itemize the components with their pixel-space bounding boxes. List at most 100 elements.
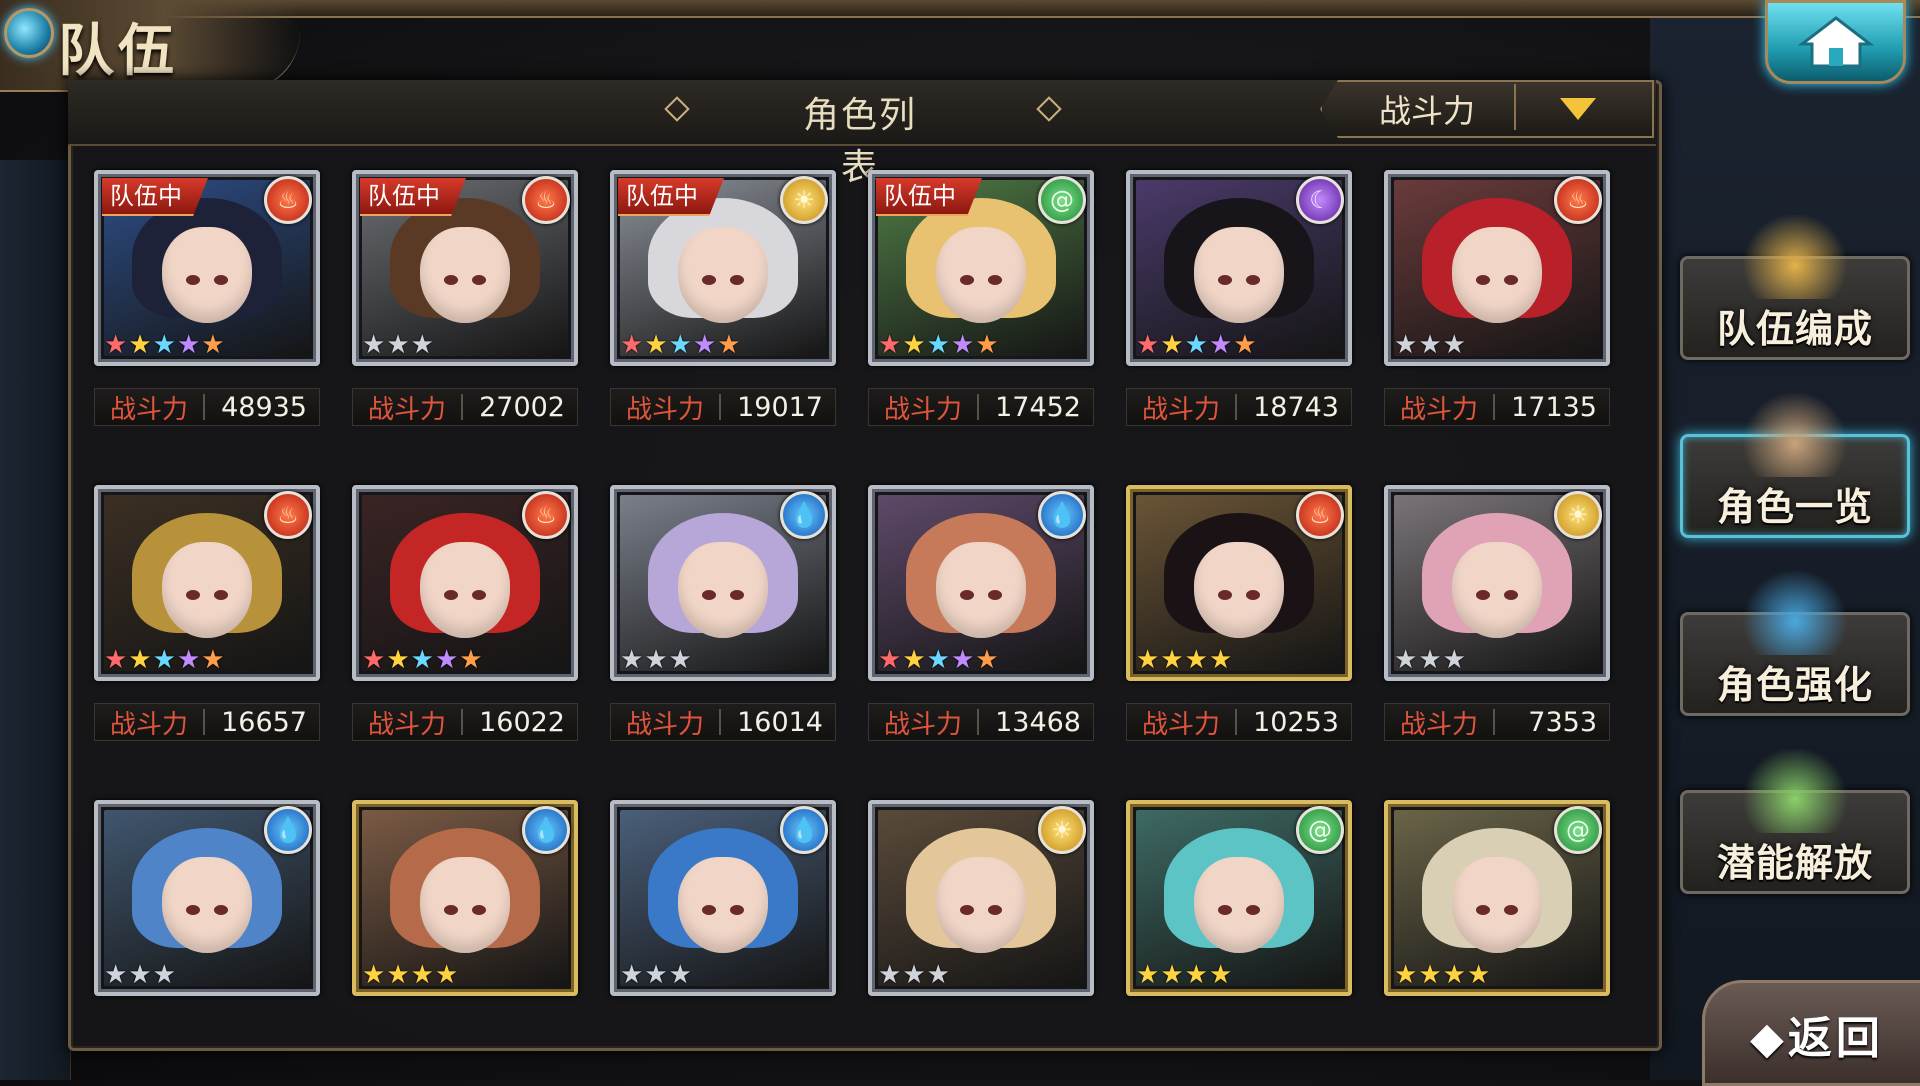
page-title: 队伍 <box>58 18 178 84</box>
star-icon: ★ <box>668 960 692 990</box>
star-icon: ★ <box>644 645 668 675</box>
character-eye <box>1246 905 1260 916</box>
fire-element-icon: ♨ <box>264 491 312 539</box>
character-portrait[interactable]: ★ ★ ★ ♨ <box>1384 170 1610 366</box>
sort-divider <box>1514 84 1516 130</box>
character-portrait[interactable]: ★ ★ ★ ★ 💧 <box>352 800 578 996</box>
character-portrait[interactable]: ★ ★ ★ ★ ★ 💧 <box>868 485 1094 681</box>
character-eye <box>472 905 486 916</box>
character-portrait[interactable]: ★ ★ ★ ★ ♨ <box>1126 485 1352 681</box>
character-card[interactable]: ★ ★ ★ ★ ★ ♨ <box>94 485 320 681</box>
character-portrait[interactable]: ★ ★ ★ ★ ★ ♨ <box>94 485 320 681</box>
side-menu-button[interactable]: 角色强化 <box>1680 571 1910 716</box>
star-icon: ★ <box>152 645 176 675</box>
character-eye <box>444 275 458 286</box>
character-face <box>162 857 252 954</box>
character-portrait[interactable]: ★ ★ ★ ★ ★ ☀ 队伍中 <box>610 170 836 366</box>
character-portrait[interactable]: ★ ★ ★ ☀ <box>1384 485 1610 681</box>
star-icon: ★ <box>668 330 692 360</box>
potential-icon <box>1740 749 1850 833</box>
character-card[interactable]: ★ ★ ★ ☀ <box>1384 485 1610 681</box>
character-eye <box>472 590 486 601</box>
fire-element-icon: ♨ <box>1554 176 1602 224</box>
rarity-stars: ★ ★ ★ ★ <box>1136 962 1232 988</box>
side-menu-button[interactable]: 潜能解放 <box>1680 749 1910 894</box>
character-face <box>1452 857 1542 954</box>
star-icon: ★ <box>201 645 225 675</box>
character-card[interactable]: ★ ★ ★ ★ 💧 <box>352 800 578 996</box>
power-value: 48935 <box>221 391 307 423</box>
character-eye <box>1246 275 1260 286</box>
character-card[interactable]: ★ ★ ★ ♨ 队伍中 <box>352 170 578 366</box>
power-row: 战斗力 48935 <box>94 388 320 426</box>
character-card[interactable]: ★ ★ ★ ★ ♨ <box>1126 485 1352 681</box>
character-eye <box>702 905 716 916</box>
sort-dropdown-label[interactable]: 战斗力 <box>1332 86 1522 132</box>
character-portrait[interactable]: ★ ★ ★ ★ ★ ♨ <box>352 485 578 681</box>
side-menu-label: 潜能解放 <box>1716 841 1873 885</box>
character-card[interactable]: ★ ★ ★ ♨ <box>1384 170 1610 366</box>
character-card[interactable]: ★ ★ ★ ★ ★ ☾ <box>1126 170 1352 366</box>
star-icon: ★ <box>1160 330 1184 360</box>
character-eye <box>960 275 974 286</box>
character-card[interactable]: ★ ★ ★ ★ ★ ♨ 队伍中 <box>94 170 320 366</box>
star-icon: ★ <box>152 330 176 360</box>
power-label: 战斗力 <box>1399 394 1478 425</box>
home-button[interactable] <box>1765 0 1906 84</box>
character-face <box>1452 542 1542 639</box>
enhance-icon <box>1740 571 1850 655</box>
character-card[interactable]: ★ ★ ★ 💧 <box>610 800 836 996</box>
star-icon: ★ <box>362 645 386 675</box>
chevron-down-icon[interactable] <box>1560 98 1596 120</box>
side-menu-button[interactable]: 角色一览 <box>1680 393 1910 538</box>
character-portrait[interactable]: ★ ★ ★ ☀ <box>868 800 1094 996</box>
character-portrait[interactable]: ★ ★ ★ 💧 <box>610 485 836 681</box>
star-icon: ★ <box>104 330 128 360</box>
rarity-stars: ★ ★ ★ ★ <box>1136 647 1232 673</box>
character-eye <box>214 275 228 286</box>
character-eye <box>472 275 486 286</box>
character-card[interactable]: ★ ★ ★ ★ @ <box>1126 800 1352 996</box>
character-card[interactable]: ★ ★ ★ ☀ <box>868 800 1094 996</box>
character-card[interactable]: ★ ★ ★ ★ ★ @ 队伍中 <box>868 170 1094 366</box>
character-portrait[interactable]: ★ ★ ★ ♨ 队伍中 <box>352 170 578 366</box>
character-face <box>1194 227 1284 324</box>
water-element-icon: 💧 <box>1038 491 1086 539</box>
character-card[interactable]: ★ ★ ★ ★ ★ 💧 <box>868 485 1094 681</box>
character-portrait[interactable]: ★ ★ ★ ★ ★ ♨ 队伍中 <box>94 170 320 366</box>
character-portrait[interactable]: ★ ★ ★ 💧 <box>610 800 836 996</box>
star-icon: ★ <box>668 645 692 675</box>
fire-element-icon: ♨ <box>264 176 312 224</box>
character-card[interactable]: ★ ★ ★ 💧 <box>94 800 320 996</box>
star-icon: ★ <box>926 645 950 675</box>
star-icon: ★ <box>620 645 644 675</box>
rarity-stars: ★ ★ ★ <box>104 962 176 988</box>
character-eye <box>1476 275 1490 286</box>
star-icon: ★ <box>1418 645 1442 675</box>
character-card[interactable]: ★ ★ ★ 💧 <box>610 485 836 681</box>
back-button-label[interactable]: ◆返回 <box>1750 1002 1884 1066</box>
water-element-icon: 💧 <box>780 806 828 854</box>
character-card[interactable]: ★ ★ ★ ★ @ <box>1384 800 1610 996</box>
rarity-stars: ★ ★ ★ <box>362 332 434 358</box>
character-portrait[interactable]: ★ ★ ★ ★ ★ @ 队伍中 <box>868 170 1094 366</box>
character-portrait[interactable]: ★ ★ ★ ★ ★ ☾ <box>1126 170 1352 366</box>
character-portrait[interactable]: ★ ★ ★ ★ @ <box>1126 800 1352 996</box>
character-card[interactable]: ★ ★ ★ ★ ★ ♨ <box>352 485 578 681</box>
star-icon: ★ <box>902 960 926 990</box>
power-row: 战斗力 13468 <box>868 703 1094 741</box>
in-team-badge: 队伍中 <box>102 178 208 216</box>
star-icon: ★ <box>1184 645 1208 675</box>
character-portrait[interactable]: ★ ★ ★ ★ @ <box>1384 800 1610 996</box>
star-icon: ★ <box>1418 960 1442 990</box>
star-icon: ★ <box>644 330 668 360</box>
star-icon: ★ <box>1442 960 1466 990</box>
character-eye <box>1218 905 1232 916</box>
wind-element-icon: @ <box>1554 806 1602 854</box>
character-face <box>1452 227 1542 324</box>
character-portrait[interactable]: ★ ★ ★ 💧 <box>94 800 320 996</box>
star-icon: ★ <box>128 330 152 360</box>
character-card[interactable]: ★ ★ ★ ★ ★ ☀ 队伍中 <box>610 170 836 366</box>
star-icon: ★ <box>1466 960 1491 990</box>
side-menu-button[interactable]: 队伍编成 <box>1680 215 1910 360</box>
